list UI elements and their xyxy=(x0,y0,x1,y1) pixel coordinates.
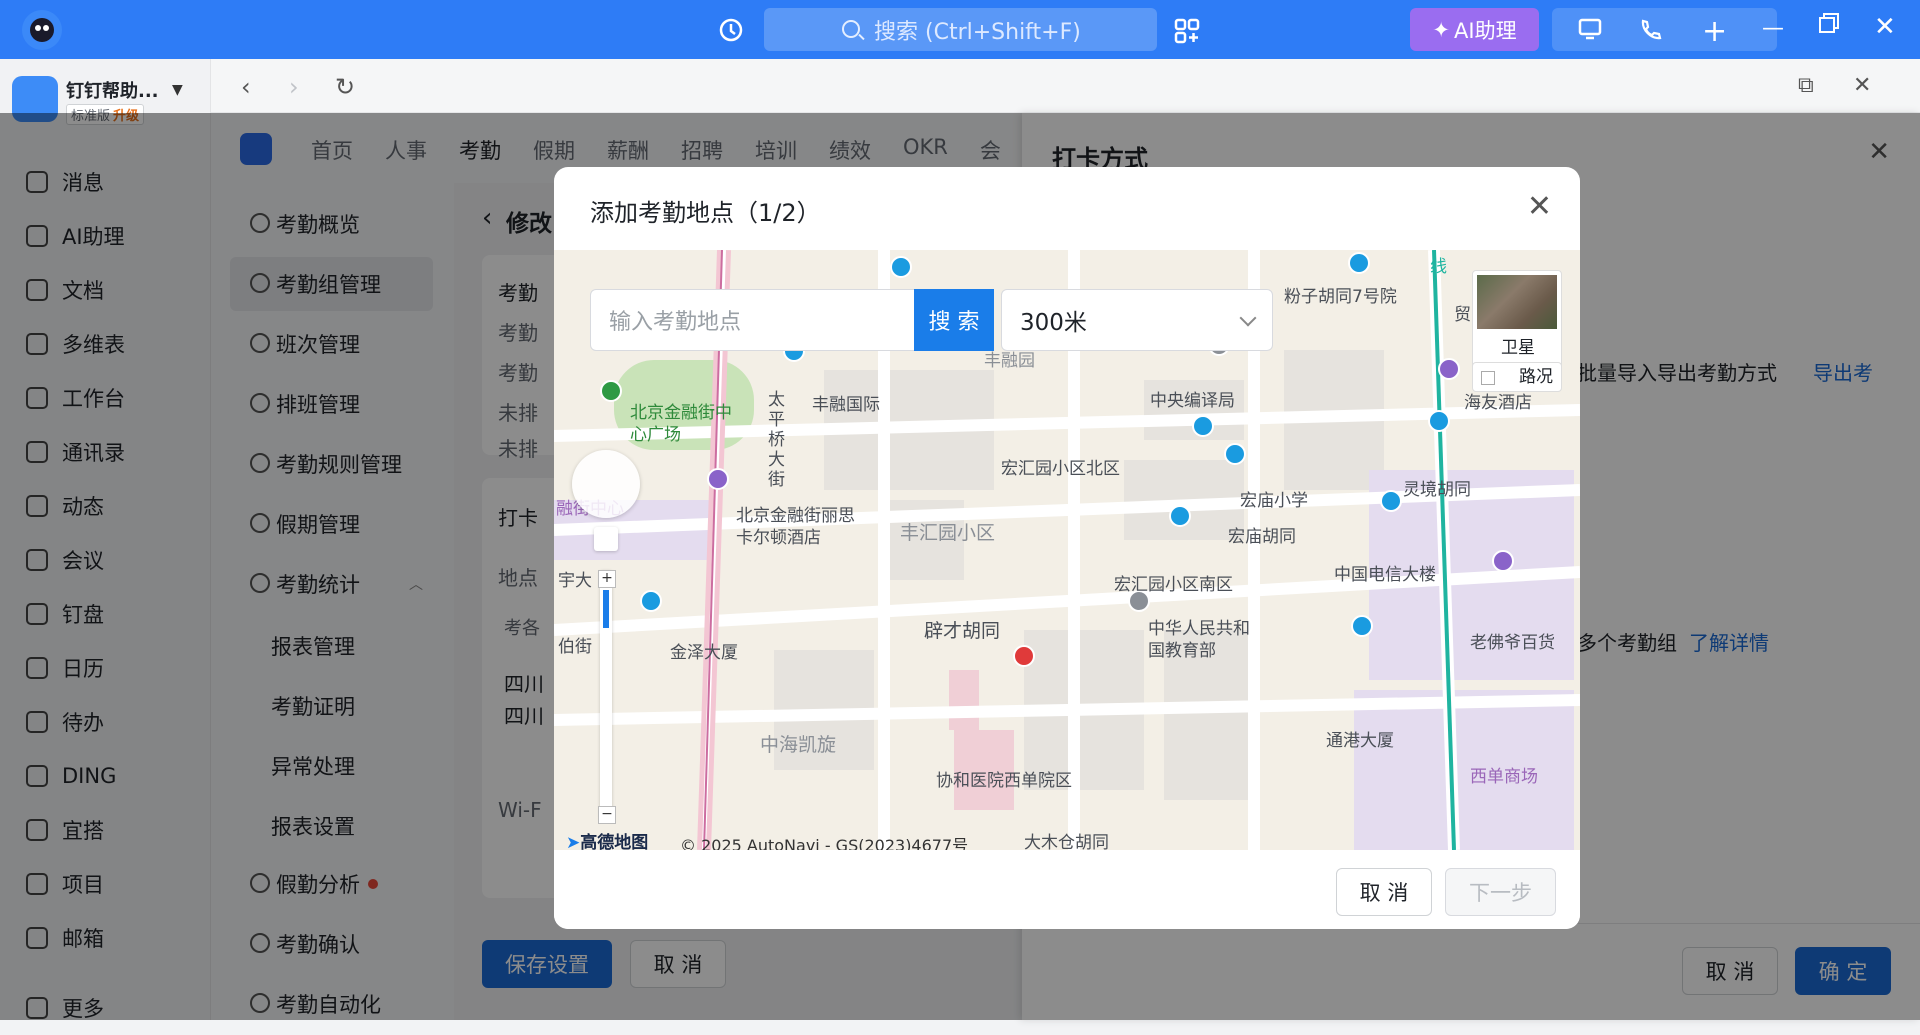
refresh-icon[interactable]: ↻ xyxy=(335,73,355,101)
bank-poi-icon[interactable] xyxy=(1380,490,1402,512)
navigation-arrow-icon: ➤ xyxy=(566,833,581,850)
dialog-cancel-button[interactable]: 取 消 xyxy=(1336,868,1432,916)
back-icon[interactable]: ‹ xyxy=(241,73,251,101)
bank-poi-icon[interactable] xyxy=(890,256,912,278)
shopping-poi-icon[interactable] xyxy=(1492,550,1514,572)
gaode-logo: ➤高德地图 xyxy=(566,828,648,850)
global-search-input[interactable]: 搜索 (Ctrl+Shift+F) xyxy=(764,8,1157,51)
window-close-icon[interactable]: ✕ xyxy=(1874,12,1896,42)
bank-poi-icon[interactable] xyxy=(1348,252,1370,274)
school-poi-icon[interactable] xyxy=(1224,443,1246,465)
search-icon xyxy=(842,20,860,38)
hotel-poi-icon[interactable] xyxy=(707,468,729,490)
search-button[interactable]: 搜 索 xyxy=(914,289,994,351)
hotel-poi-icon[interactable] xyxy=(1438,358,1460,380)
search-placeholder: 搜索 (Ctrl+Shift+F) xyxy=(874,19,1081,45)
zoom-out-button[interactable]: − xyxy=(598,806,616,824)
title-bar: 搜索 (Ctrl+Shift+F) ✦ AI助理 + — ✕ xyxy=(0,0,1920,59)
bank-poi-icon[interactable] xyxy=(640,590,662,612)
location-search-input[interactable]: 输入考勤地点 xyxy=(590,289,915,351)
toolbar-group: + xyxy=(1552,8,1777,51)
traffic-toggle[interactable]: 路况 xyxy=(1472,362,1562,392)
radius-select[interactable]: 300米 xyxy=(1001,289,1273,351)
dialog-close-icon[interactable]: ✕ xyxy=(1527,189,1552,224)
minimize-icon[interactable]: — xyxy=(1762,16,1784,41)
add-location-dialog: 添加考勤地点（1/2） ✕ 粉子胡同7号院 丰融园 丰融国际 中央编译局 海友酒… xyxy=(554,167,1580,929)
bank-poi-icon[interactable] xyxy=(1351,615,1373,637)
residence-poi-icon[interactable] xyxy=(1192,415,1214,437)
zoom-in-button[interactable]: + xyxy=(598,570,616,588)
browser-nav-bar: ‹ › ↻ ⧉ ✕ xyxy=(211,59,1920,113)
map-copyright: © 2025 AutoNavi - GS(2023)4677号 xyxy=(680,836,969,850)
open-external-icon[interactable]: ⧉ xyxy=(1798,73,1814,98)
locate-button[interactable] xyxy=(594,527,618,551)
zoom-level-indicator xyxy=(603,590,609,628)
poi-c-icon[interactable] xyxy=(1428,410,1450,432)
dialog-footer: 取 消 下一步 xyxy=(554,850,1580,929)
hospital-poi-icon[interactable] xyxy=(1013,645,1035,667)
apps-grid-icon[interactable] xyxy=(1174,18,1200,48)
screen-share-icon[interactable] xyxy=(1578,18,1602,46)
chevron-down-icon xyxy=(1239,309,1257,327)
dingtalk-logo[interactable] xyxy=(22,10,62,50)
close-tab-icon[interactable]: ✕ xyxy=(1853,73,1871,98)
sparkle-icon: ✦ xyxy=(1432,17,1451,42)
phone-icon[interactable] xyxy=(1638,18,1662,48)
chevron-down-icon: ▼ xyxy=(172,82,183,98)
pan-control[interactable] xyxy=(572,450,640,518)
dialog-title: 添加考勤地点（1/2） xyxy=(590,199,821,227)
next-step-button[interactable]: 下一步 xyxy=(1445,868,1556,916)
map-view[interactable]: 粉子胡同7号院 丰融园 丰融国际 中央编译局 海友酒店 北京金融街中心广场 宏汇… xyxy=(554,250,1580,850)
history-icon[interactable] xyxy=(718,17,744,47)
add-icon[interactable]: + xyxy=(1702,14,1727,49)
residence-poi-icon[interactable] xyxy=(1169,505,1191,527)
restore-icon[interactable] xyxy=(1818,12,1840,40)
park-poi-icon[interactable] xyxy=(600,380,622,402)
forward-icon[interactable]: › xyxy=(289,73,299,101)
satellite-thumbnail xyxy=(1477,275,1557,329)
ai-assistant-button[interactable]: ✦ AI助理 xyxy=(1410,8,1539,51)
org-name: 钉钉帮助... xyxy=(66,81,159,102)
